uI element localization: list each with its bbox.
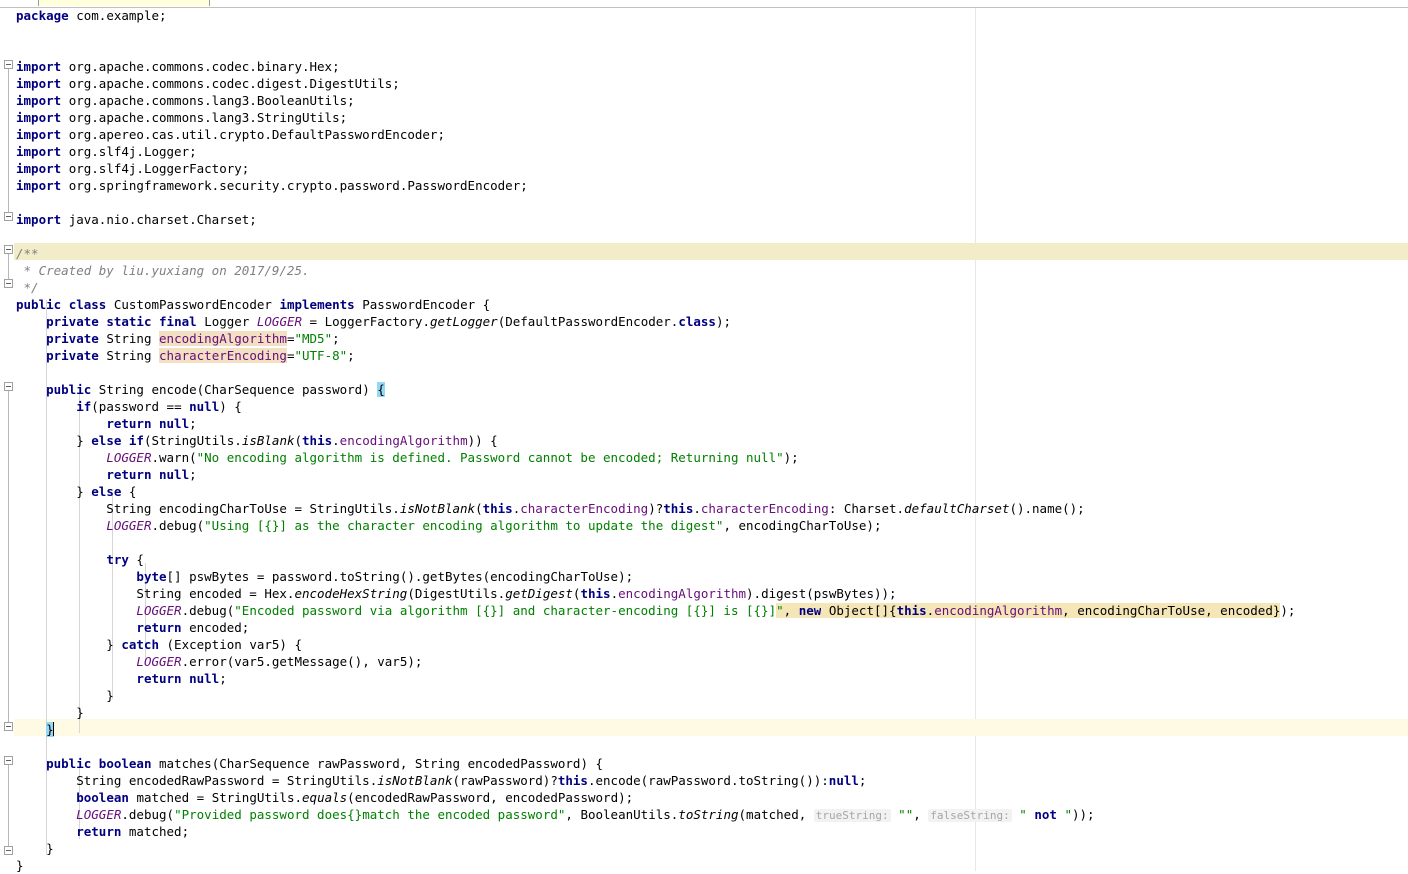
code-line[interactable]: } [14, 687, 1408, 704]
code-line[interactable] [14, 534, 1408, 551]
code-line[interactable] [14, 228, 1408, 245]
code-line[interactable]: String encodingCharToUse = StringUtils.i… [14, 500, 1408, 517]
code-line[interactable]: public String encode(CharSequence passwo… [14, 381, 1408, 398]
code-line-doc[interactable]: */ [14, 279, 1408, 296]
code-line[interactable]: } [14, 840, 1408, 857]
fold-line-matches-method [8, 765, 9, 847]
editor-gutter[interactable] [0, 7, 14, 871]
param-hint-truestring: trueString: [813, 809, 891, 822]
code-line[interactable]: } else if(StringUtils.isBlank(this.encod… [14, 432, 1408, 449]
code-line[interactable]: return null; [14, 466, 1408, 483]
editor-tab-active[interactable] [38, 0, 210, 6]
code-line[interactable] [14, 24, 1408, 41]
code-line[interactable]: String encodedRawPassword = StringUtils.… [14, 772, 1408, 789]
fold-line-encode-method [8, 391, 9, 723]
code-line[interactable]: LOGGER.debug("Using [{}] as the characte… [14, 517, 1408, 534]
code-line[interactable]: } else { [14, 483, 1408, 500]
code-line[interactable]: import org.apache.commons.lang3.StringUt… [14, 109, 1408, 126]
code-line[interactable]: LOGGER.warn("No encoding algorithm is de… [14, 449, 1408, 466]
code-line[interactable]: public boolean matches(CharSequence rawP… [14, 755, 1408, 772]
code-line[interactable]: private String encodingAlgorithm="MD5"; [14, 330, 1408, 347]
code-line[interactable]: try { [14, 551, 1408, 568]
fold-marker-imports[interactable] [4, 60, 13, 69]
code-line[interactable]: import org.apache.commons.lang3.BooleanU… [14, 92, 1408, 109]
code-line[interactable]: boolean matched = StringUtils.equals(enc… [14, 789, 1408, 806]
fold-marker-javadoc-end[interactable] [4, 279, 13, 288]
code-line[interactable] [14, 364, 1408, 381]
code-line[interactable]: import org.slf4j.Logger; [14, 143, 1408, 160]
code-line[interactable]: public class CustomPasswordEncoder imple… [14, 296, 1408, 313]
code-line[interactable]: package com.example; [14, 7, 1408, 24]
code-line-caret[interactable]: } [14, 721, 1408, 738]
code-line[interactable]: return matched; [14, 823, 1408, 840]
code-line-doc[interactable]: /** [14, 245, 1408, 262]
text-caret [52, 722, 54, 736]
param-hint-falsestring: falseString: [928, 809, 1012, 822]
code-line[interactable] [14, 738, 1408, 755]
code-line[interactable]: } [14, 857, 1408, 874]
code-line[interactable]: return null; [14, 670, 1408, 687]
code-editor[interactable]: package com.example; import org.apache.c… [0, 0, 1408, 874]
code-line[interactable]: import org.apache.commons.codec.binary.H… [14, 58, 1408, 75]
code-content[interactable]: package com.example; import org.apache.c… [14, 7, 1408, 874]
code-line[interactable]: byte[] pswBytes = password.toString().ge… [14, 568, 1408, 585]
fold-marker-matches-end[interactable] [4, 846, 13, 855]
code-line[interactable]: } [14, 704, 1408, 721]
code-line[interactable]: String encoded = Hex.encodeHexString(Dig… [14, 585, 1408, 602]
code-line[interactable]: private String characterEncoding="UTF-8"… [14, 347, 1408, 364]
code-line[interactable]: import java.nio.charset.Charset; [14, 211, 1408, 228]
fold-marker-encode-method[interactable] [4, 382, 13, 391]
code-line[interactable]: LOGGER.debug("Provided password does{}ma… [14, 806, 1408, 823]
code-line-doc[interactable]: * Created by liu.yuxiang on 2017/9/25. [14, 262, 1408, 279]
fold-marker-javadoc[interactable] [4, 245, 13, 254]
fold-marker-matches-method[interactable] [4, 756, 13, 765]
code-line[interactable]: return null; [14, 415, 1408, 432]
code-line[interactable]: private static final Logger LOGGER = Log… [14, 313, 1408, 330]
code-line[interactable]: import org.slf4j.LoggerFactory; [14, 160, 1408, 177]
code-line[interactable]: return encoded; [14, 619, 1408, 636]
code-line[interactable] [14, 41, 1408, 58]
fold-marker-encode-end[interactable] [4, 722, 13, 731]
code-line[interactable]: import org.apereo.cas.util.crypto.Defaul… [14, 126, 1408, 143]
fold-line-imports [8, 69, 9, 221]
code-line[interactable]: import org.springframework.security.cryp… [14, 177, 1408, 194]
code-line[interactable]: } catch (Exception var5) { [14, 636, 1408, 653]
code-line[interactable]: import org.apache.commons.codec.digest.D… [14, 75, 1408, 92]
fold-marker-imports-end[interactable] [4, 212, 13, 221]
code-line-selected[interactable]: LOGGER.debug("Encoded password via algor… [14, 602, 1408, 619]
editor-tab-strip [0, 0, 1408, 8]
code-line[interactable]: if(password == null) { [14, 398, 1408, 415]
code-line[interactable] [14, 194, 1408, 211]
code-line[interactable]: LOGGER.error(var5.getMessage(), var5); [14, 653, 1408, 670]
